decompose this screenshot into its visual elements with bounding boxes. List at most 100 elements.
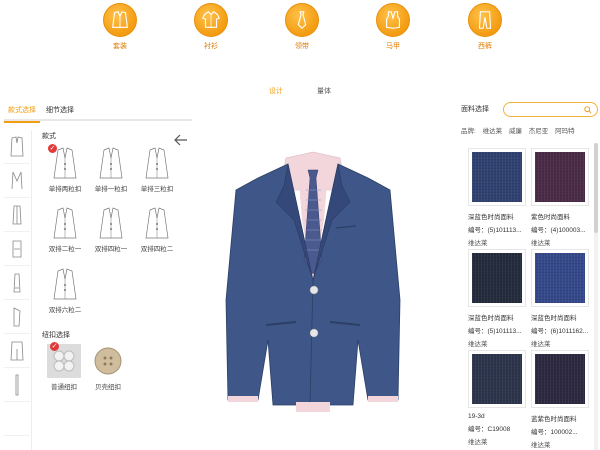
- sidebar-item-lining[interactable]: [4, 368, 30, 402]
- fabric-search-input[interactable]: [510, 103, 588, 116]
- scrollbar-thumb[interactable]: [594, 143, 598, 233]
- style-option-label: 单排一粒扣: [94, 186, 128, 193]
- pocket-icon: [12, 240, 22, 257]
- style-option[interactable]: 双排四粒一: [90, 206, 132, 253]
- fabric-name: 19-3d: [468, 413, 485, 420]
- tab-detail-select[interactable]: 细节选择: [42, 103, 78, 119]
- fabric-card[interactable]: 深蓝色时尚面料 编号：(6)1011162... 维达莱: [531, 249, 591, 348]
- brand-filter-item[interactable]: 杰尼亚: [529, 128, 549, 135]
- style-option-label: 双排四粒二: [140, 246, 174, 253]
- search-icon[interactable]: [584, 106, 592, 114]
- style-option[interactable]: 单排一粒扣: [90, 146, 132, 193]
- tab-style-select[interactable]: 款式选择: [4, 103, 40, 123]
- style-option[interactable]: 双排二粒一: [44, 206, 86, 253]
- fabric-brand: 维达莱: [531, 341, 551, 348]
- fabric-color: [472, 152, 522, 202]
- fabric-swatch[interactable]: [468, 350, 526, 408]
- style-option[interactable]: ✓ 单排两粒扣: [44, 144, 86, 193]
- button-swatch: [91, 344, 125, 378]
- style-option[interactable]: 单排三粒扣: [136, 146, 178, 193]
- style-option-label: 单排两粒扣: [48, 186, 82, 193]
- category-label: 套装: [113, 43, 127, 50]
- category-vest[interactable]: 马甲: [373, 3, 413, 51]
- sidebar-item-pocket[interactable]: [4, 232, 30, 266]
- sidebar-item-more[interactable]: [4, 402, 30, 436]
- category-label: 领带: [295, 43, 309, 50]
- tie-icon: [285, 3, 319, 37]
- sidebar-item-cuff[interactable]: [4, 266, 30, 300]
- fabric-color: [535, 253, 585, 303]
- fabric-swatch[interactable]: [468, 249, 526, 307]
- fabric-code: 编号：100002...: [531, 429, 578, 436]
- suit-preview: [225, 151, 401, 412]
- category-tie[interactable]: 领带: [282, 3, 322, 51]
- front-icon: [12, 205, 22, 224]
- vest-icon: [376, 3, 410, 37]
- shirt-icon: [194, 3, 228, 37]
- category-suit[interactable]: 套装: [100, 3, 140, 51]
- lapel-icon: [11, 171, 23, 189]
- jacket-icon: [10, 136, 24, 156]
- sleeve-icon: [13, 306, 21, 326]
- style-option-label: 双排四粒一: [94, 246, 128, 253]
- fabric-card[interactable]: 紫色时尚面料 编号：(4)100003... 维达莱: [531, 148, 591, 247]
- tab-design[interactable]: 设计: [269, 86, 283, 96]
- fabric-swatch[interactable]: [468, 148, 526, 206]
- fabric-card[interactable]: 蓝紫色时尚面料 编号：100002... 维达莱: [531, 350, 591, 449]
- style-option[interactable]: 双排四粒二: [136, 206, 178, 253]
- category-trousers[interactable]: 西裤: [465, 3, 505, 51]
- category-label: 西裤: [478, 43, 492, 50]
- fabric-color: [472, 253, 522, 303]
- fabric-swatch[interactable]: [531, 350, 589, 408]
- section-button-title: 纽扣选择: [42, 332, 70, 339]
- back-arrow-icon[interactable]: [174, 134, 188, 146]
- tab-measure[interactable]: 量体: [317, 86, 331, 96]
- button-option-label: 普通纽扣: [51, 384, 77, 391]
- style-option[interactable]: 双排六粒二: [44, 267, 86, 314]
- fabric-card[interactable]: 深蓝色时尚面料 编号：(5)101113... 维达莱: [468, 148, 528, 247]
- fabric-select-label: 面料选择: [461, 106, 489, 113]
- button-option-normal[interactable]: ✓ 普通纽扣: [46, 342, 82, 391]
- fabric-brand: 维达莱: [531, 240, 551, 247]
- fabric-search-box[interactable]: [503, 102, 598, 117]
- fabric-color: [472, 354, 522, 404]
- back-icon: [10, 341, 24, 360]
- jacket-style-icon: [53, 268, 77, 300]
- sidebar-item-jacket[interactable]: [4, 130, 30, 164]
- category-shirt[interactable]: 衬衫: [191, 3, 231, 51]
- fabric-swatch[interactable]: [531, 249, 589, 307]
- fabric-card[interactable]: 深蓝色时尚面料 编号：(5)101113... 维达莱: [468, 249, 528, 348]
- fabric-code: 编号：(5)101113...: [468, 227, 522, 234]
- fabric-card[interactable]: 19-3d 编号：C19008 维达莱: [468, 350, 528, 446]
- fabric-scrollbar[interactable]: [594, 143, 598, 450]
- fabric-name: 深蓝色时尚面料: [468, 214, 514, 221]
- button-option-shell[interactable]: 贝壳纽扣: [90, 344, 126, 391]
- fabric-brand: 维达莱: [531, 442, 551, 449]
- style-option-label: 单排三粒扣: [140, 186, 174, 193]
- fabric-swatch[interactable]: [531, 148, 589, 206]
- fabric-color: [535, 354, 585, 404]
- sidebar-item-back[interactable]: [4, 334, 30, 368]
- category-label: 马甲: [386, 43, 400, 50]
- fabric-brand: 维达莱: [468, 240, 488, 247]
- brand-filter-item[interactable]: 维达莱: [483, 128, 503, 135]
- trousers-icon: [468, 3, 502, 37]
- sidebar-item-front[interactable]: [4, 198, 30, 232]
- fabric-code: 编号：(5)101113...: [468, 328, 522, 335]
- button-option-label: 贝壳纽扣: [95, 384, 121, 391]
- sidebar-item-lapel[interactable]: [4, 164, 30, 198]
- fabric-list: 深蓝色时尚面料 编号：(5)101113... 维达莱 紫色时尚面料 编号：(4…: [462, 143, 600, 450]
- brand-filter-row: 品牌: 维达莱 威廉 杰尼亚 阿玛特: [461, 125, 580, 135]
- fabric-name: 蓝紫色时尚面料: [531, 416, 577, 423]
- jacket-style-icon: [99, 207, 123, 239]
- fabric-brand: 维达莱: [468, 439, 488, 446]
- sidebar-item-sleeve[interactable]: [4, 300, 30, 334]
- suit-icon: [103, 3, 137, 37]
- brand-filter-item[interactable]: 阿玛特: [555, 128, 575, 135]
- category-label: 衬衫: [204, 43, 218, 50]
- brand-filter-item[interactable]: 威廉: [509, 128, 522, 135]
- jacket-style-icon: [99, 147, 123, 179]
- fabric-code: 编号：C19008: [468, 426, 511, 433]
- section-style-title: 款式: [42, 133, 56, 140]
- cuff-icon: [13, 273, 21, 292]
